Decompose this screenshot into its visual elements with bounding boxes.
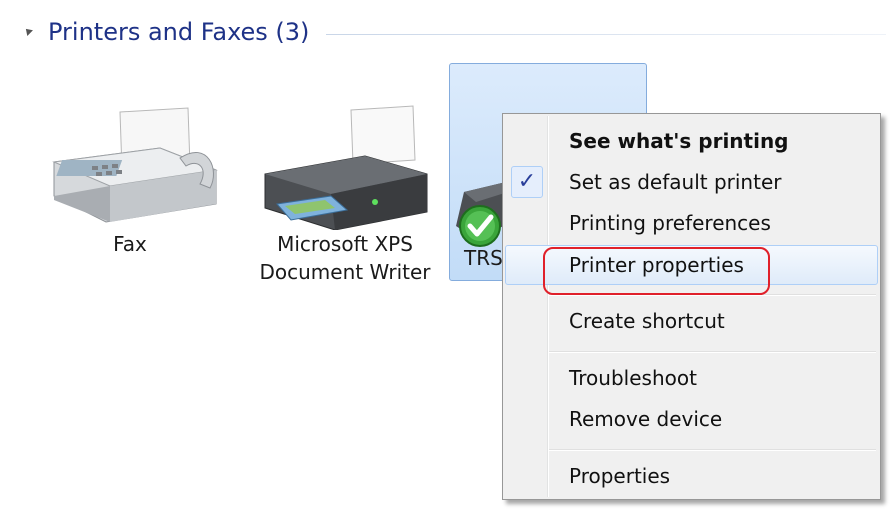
group-title: Printers and Faxes (3) [48,18,310,46]
checkmark-icon: ✓ [511,166,543,198]
default-check-icon [459,205,501,247]
group-header[interactable]: Printers and Faxes (3) [20,16,893,52]
collapse-arrow-icon[interactable] [23,26,33,36]
menu-item-properties[interactable]: Properties [505,456,876,496]
fax-machine-icon [52,107,218,223]
menu-item-label: Properties [569,464,671,488]
menu-item-remove-device[interactable]: Remove device [505,399,876,439]
menu-item-label: See what's printing [569,129,789,153]
device-fax[interactable]: Fax [30,100,230,258]
menu-item-label: Create shortcut [569,309,725,333]
menu-item-printing-preferences[interactable]: Printing preferences [505,203,876,243]
menu-item-label: Set as default printer [569,170,782,194]
device-label: TRS [464,246,503,270]
device-microsoft-xps[interactable]: Microsoft XPS Document Writer [245,100,445,286]
menu-item-create-shortcut[interactable]: Create shortcut [505,301,876,341]
device-label-line1: Microsoft XPS [277,232,413,256]
device-label-line2: Document Writer [259,260,431,284]
menu-item-see-whats-printing[interactable]: See what's printing [505,121,876,161]
printer-icon [264,105,428,230]
menu-item-label: Printing preferences [569,211,771,235]
menu-item-troubleshoot[interactable]: Troubleshoot [505,358,876,398]
menu-item-label: Remove device [569,407,723,431]
device-label: Fax [113,232,147,256]
annotation-highlight-ring [543,247,770,295]
menu-separator [549,351,876,353]
menu-item-set-as-default-printer[interactable]: ✓ Set as default printer [505,162,876,202]
group-divider [326,34,886,35]
context-menu: See what's printing ✓ Set as default pri… [502,113,881,500]
menu-separator [549,449,876,451]
menu-item-label: Troubleshoot [569,366,697,390]
